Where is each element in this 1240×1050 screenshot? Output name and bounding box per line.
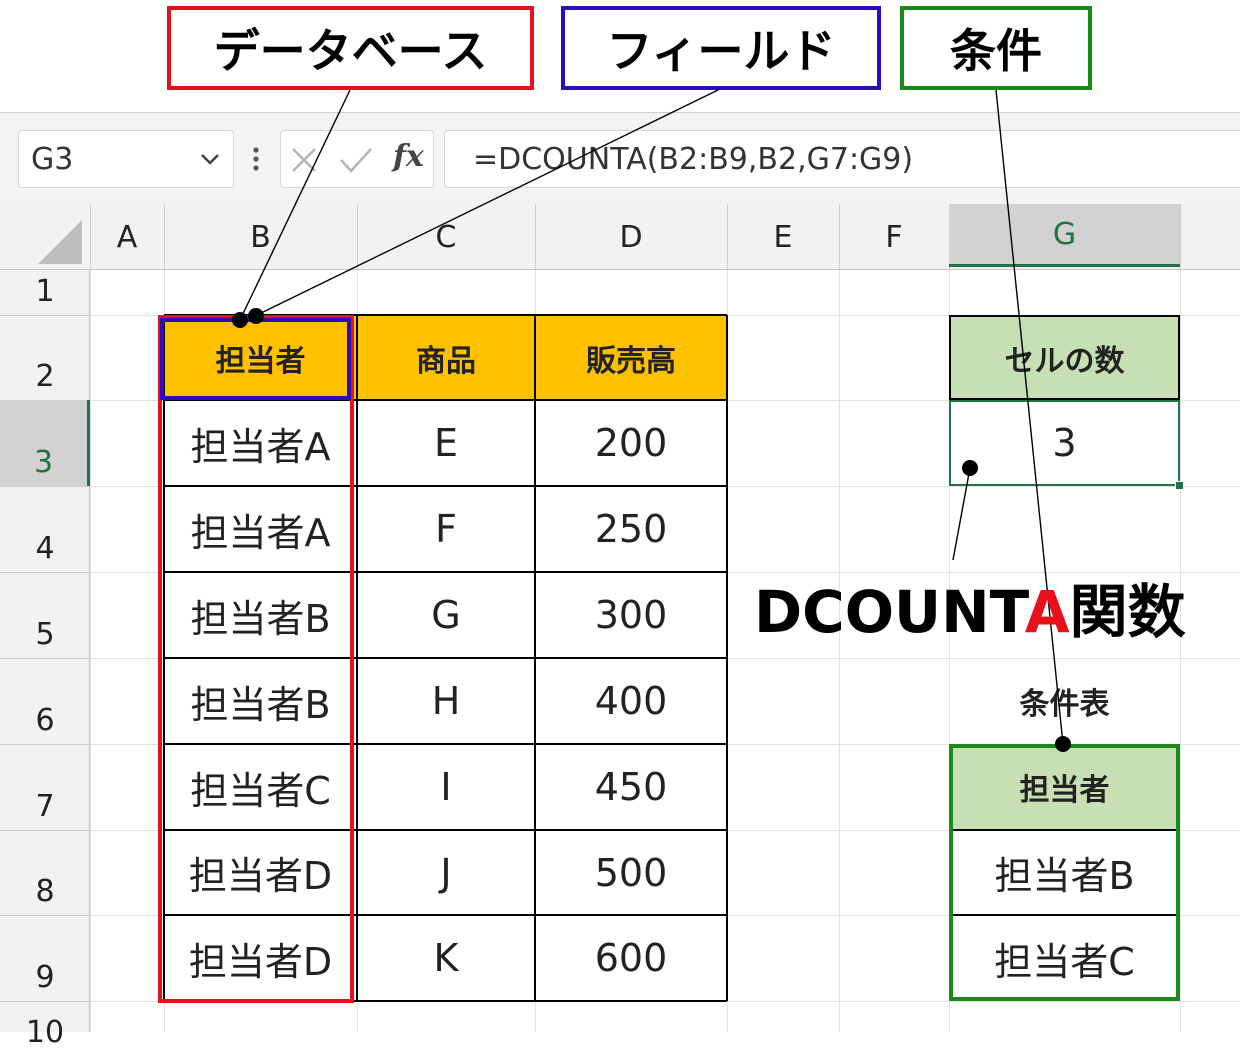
result-connector — [952, 467, 971, 561]
function-label: DCOUNTA関数 — [754, 580, 1186, 644]
result-dot — [962, 460, 978, 476]
function-name-suffix: 関数 — [1069, 578, 1186, 646]
database-dot — [232, 312, 248, 328]
annotation-lines — [232, 89, 1071, 752]
criteria-dot — [1055, 736, 1071, 752]
database-connector — [239, 89, 351, 321]
field-connector — [254, 89, 719, 317]
function-name-prefix: DCOUNT — [754, 578, 1025, 646]
function-name-highlight: A — [1024, 578, 1070, 646]
field-dot — [248, 308, 264, 324]
